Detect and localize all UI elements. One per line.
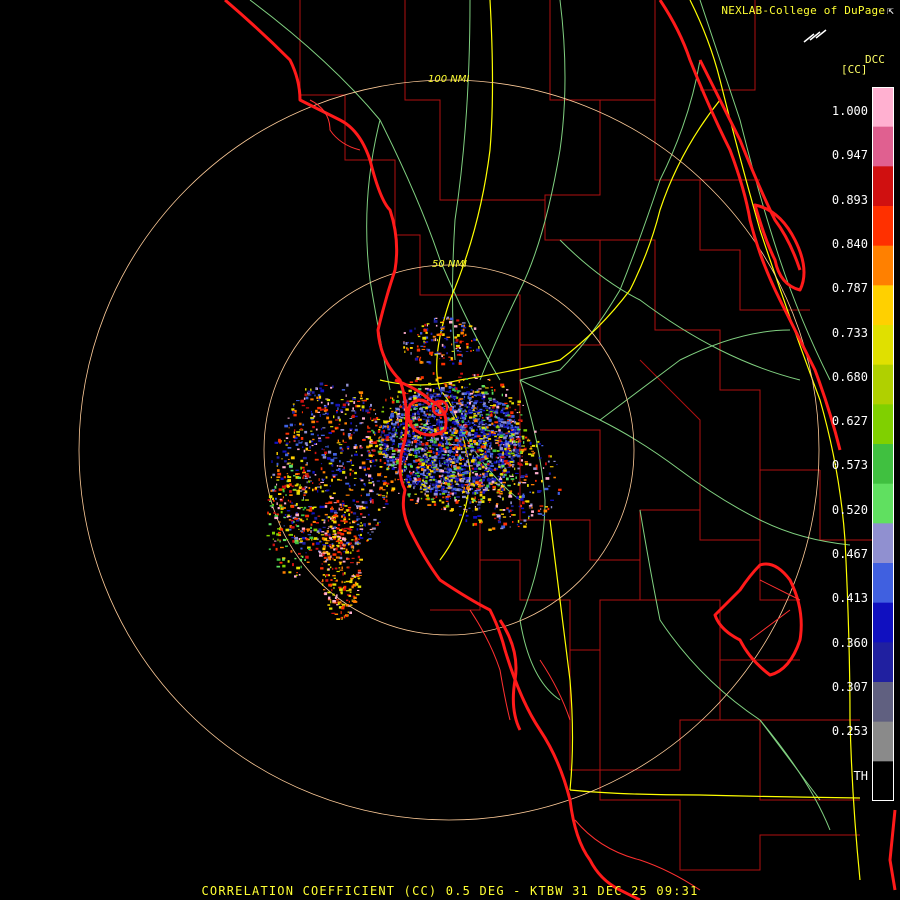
legend-tick-label: 0.840	[831, 236, 868, 251]
major-highways	[379, 0, 861, 881]
range-ring-50	[263, 264, 635, 636]
radar-map	[78, 0, 897, 900]
legend-tick-label: 0.733	[831, 325, 868, 340]
legend-tick-label: 1.000	[831, 104, 868, 118]
range-ring-100	[78, 79, 820, 821]
color-scale-swatch	[872, 682, 894, 723]
color-scale-swatch	[872, 483, 894, 524]
cursor-icon: ⇱	[887, 4, 894, 17]
range-ring-label-50: 50 NMI	[432, 259, 467, 270]
legend-tick-label: 0.467	[831, 547, 868, 561]
legend-tick-label: 0.680	[831, 369, 868, 384]
range-ring-label-100: 100 NMI	[428, 74, 470, 85]
color-scale-swatch	[872, 206, 894, 247]
color-scale-swatch	[872, 563, 894, 604]
color-scale-bar	[872, 87, 894, 801]
legend-product-label: DCC	[865, 53, 885, 66]
legend-tick-label: 0.947	[831, 148, 868, 163]
color-scale-swatch	[872, 364, 894, 405]
radar-display: 100 NMI 50 NMI NEXLAB-College of DuPage ⇱…	[0, 0, 900, 900]
color-scale-swatch	[872, 523, 894, 564]
color-scale-swatch	[872, 325, 894, 366]
brand-label: NEXLAB-College of DuPage ⇱	[721, 4, 894, 17]
color-scale-swatch	[872, 245, 894, 286]
legend-tick-label: 0.253	[831, 724, 868, 739]
color-scale-swatch	[872, 602, 894, 643]
color-scale-swatch	[872, 285, 894, 326]
coastline-detail	[309, 99, 801, 891]
legend-tick-label: 0.520	[831, 502, 868, 517]
legend-tick-label: 0.893	[831, 192, 868, 207]
legend-tick-label: 0.573	[831, 458, 868, 473]
range-rings	[78, 79, 820, 821]
legend-tick-label: 0.627	[831, 414, 868, 429]
color-scale-swatch	[872, 87, 894, 128]
color-scale-swatch	[872, 126, 894, 167]
product-caption: CORRELATION COEFFICIENT (CC) 0.5 DEG - K…	[201, 884, 699, 898]
legend-tick-label: 0.307	[831, 679, 868, 694]
color-scale-swatch	[872, 642, 894, 683]
legend-tick-label: 0.787	[831, 281, 868, 296]
decorative-glyph-icon	[803, 29, 827, 43]
color-scale-swatch	[872, 404, 894, 445]
color-scale-swatch	[872, 166, 894, 207]
legend-tick-label: 0.413	[831, 591, 868, 606]
color-scale-swatch	[872, 444, 894, 485]
color-scale-swatch	[872, 721, 894, 762]
radar-returns	[266, 316, 562, 620]
brand-text: NEXLAB-College of DuPage	[721, 4, 886, 17]
legend-tick-label: 0.360	[831, 635, 868, 650]
legend-unit-label: [CC]	[841, 63, 868, 76]
color-scale-swatch	[872, 761, 894, 801]
legend-tick-label: TH	[853, 768, 868, 783]
